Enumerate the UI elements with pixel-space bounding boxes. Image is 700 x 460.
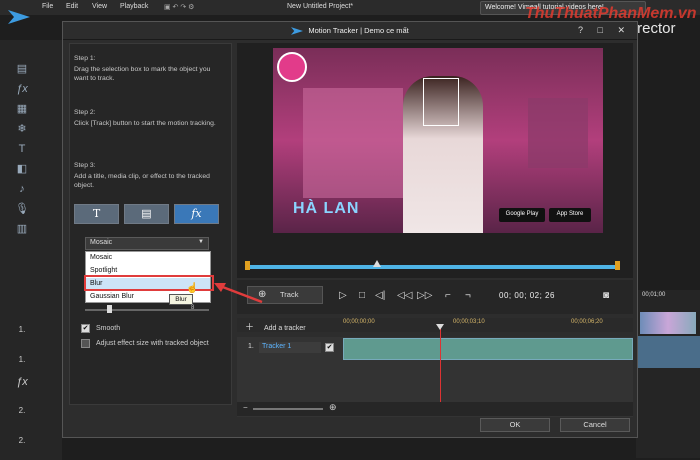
voice-icon[interactable]: 🎙	[14, 202, 30, 216]
tracker-name[interactable]: Tracker 1	[259, 342, 321, 353]
mouse-cursor-icon: ☝	[186, 283, 199, 294]
add-effect-button[interactable]: fx	[174, 204, 219, 224]
scrubber-handle[interactable]	[373, 260, 381, 267]
dialog-window-buttons[interactable]: ? □ ✕	[578, 25, 631, 36]
fx-icon[interactable]: ƒx	[14, 82, 30, 96]
preview-scrubber[interactable]	[249, 265, 619, 269]
audio-mix-icon[interactable]: ♪	[14, 182, 30, 196]
pip-icon[interactable]: ▦	[14, 102, 30, 116]
mark-out-handle[interactable]	[615, 261, 620, 270]
option-mosaic[interactable]: Mosaic	[86, 252, 210, 265]
track-number: 1.	[18, 325, 26, 334]
media-clip-icon: ▤	[141, 208, 152, 220]
app-logo-icon	[8, 10, 30, 24]
particle-icon[interactable]: ❄	[14, 122, 30, 136]
blur-tooltip: Blur	[169, 294, 193, 305]
zoom-in-icon[interactable]: ⊕	[329, 402, 337, 413]
project-title: New Untitled Project*	[287, 3, 354, 10]
google-play-badge: Google Play	[499, 208, 545, 222]
playhead-handle[interactable]	[436, 324, 444, 330]
smooth-label: Smooth	[96, 325, 121, 332]
tracking-box[interactable]	[423, 78, 459, 126]
video-preview[interactable]: HÀ LAN Google Play App Store	[273, 48, 603, 233]
fx-track-icon: ƒx	[16, 376, 28, 388]
step1-text: Drag the selection box to mark the objec…	[74, 66, 211, 82]
app-sidebar: ▤ ƒx ▦ ❄ T ◧ ♪ 🎙 ▥ 1. 1. ƒx 2. 2.	[0, 40, 62, 460]
rewind-icon[interactable]: ◁◁	[397, 290, 412, 301]
track-label: Track	[280, 290, 299, 299]
step1-title: Step 1:	[74, 55, 96, 62]
cancel-button[interactable]: Cancel	[560, 418, 630, 432]
snapshot-icon[interactable]: ◙	[603, 290, 609, 301]
ruler-tick: 00;00;06;20	[571, 319, 603, 325]
fx-effect-icon: fx	[191, 207, 202, 220]
ok-button[interactable]: OK	[480, 418, 550, 432]
step2-title: Step 2:	[74, 109, 96, 116]
stop-icon[interactable]: □	[359, 290, 365, 301]
tracker-index: 1.	[248, 343, 254, 350]
dialog-title-bar: Motion Tracker | Demo ce mất	[63, 22, 637, 40]
zoom-bar: − ⊕	[237, 402, 633, 416]
menu-file[interactable]: File	[42, 3, 53, 10]
menu-view[interactable]: View	[92, 3, 107, 10]
effect-slider-handle[interactable]	[107, 305, 112, 313]
unicorn-decor	[528, 98, 588, 168]
mark-in-handle[interactable]	[245, 261, 250, 270]
add-media-button[interactable]: ▤	[124, 204, 169, 224]
title-t-icon: T	[92, 207, 101, 220]
steps-panel: Step 1: Drag the selection box to mark t…	[69, 43, 232, 405]
add-tracker-label: Add a tracker	[263, 325, 306, 332]
previous-frame-icon[interactable]: ◁|	[375, 290, 385, 301]
adjust-size-label: Adjust effect size with tracked object	[96, 340, 209, 347]
dialog-title: Motion Tracker	[308, 26, 358, 35]
mark-out-icon[interactable]: ¬	[465, 290, 471, 301]
timeline-playhead[interactable]	[440, 326, 441, 402]
ruler-tick: 00;00;03;10	[453, 319, 485, 325]
ruler-tick: 00;00;00;00	[343, 319, 375, 325]
video-text: HÀ LAN	[293, 200, 360, 217]
annotation-arrow-icon	[214, 283, 263, 304]
toolbar-icons[interactable]: ▣ ↶ ↷ ⚙	[164, 3, 194, 11]
au-logo	[277, 52, 307, 82]
fast-forward-icon[interactable]: ▷▷	[417, 290, 432, 301]
tracker-visible-checkbox[interactable]: ✔	[325, 343, 334, 352]
mark-in-icon[interactable]: ⌐	[445, 290, 451, 301]
pink-boxes	[303, 88, 403, 198]
timecode: 00; 00; 02; 26	[499, 291, 555, 300]
track-number: 2.	[18, 436, 26, 445]
cyberlink-logo-icon	[291, 27, 304, 35]
track-number: 1.	[18, 355, 26, 364]
effect-select[interactable]: Mosaic ▼	[85, 237, 209, 250]
step2-text: Click [Track] button to start the motion…	[74, 120, 216, 127]
menu-edit[interactable]: Edit	[66, 3, 78, 10]
menu-playback[interactable]: Playback	[120, 3, 148, 10]
zoom-out-icon[interactable]: −	[243, 403, 248, 412]
app-store-badge: App Store	[549, 208, 591, 222]
track-number: 2.	[18, 406, 26, 415]
slider-max-label: 8	[191, 305, 195, 311]
step3-title: Step 3:	[74, 162, 96, 169]
timeline-ruler-right: 00;01;00	[642, 292, 666, 298]
chevron-down-icon: ▼	[198, 239, 204, 245]
adjust-size-checkbox[interactable]	[81, 339, 90, 348]
tracker-clip[interactable]	[343, 338, 633, 360]
effect-selected-value: Mosaic	[90, 239, 113, 246]
title-icon[interactable]: T	[14, 142, 30, 156]
title-separator: |	[360, 26, 363, 35]
add-title-button[interactable]: T	[74, 204, 119, 224]
motion-tracker-dialog: Motion Tracker | Demo ce mất ? □ ✕ Step …	[62, 21, 638, 438]
audio-clip[interactable]	[636, 336, 700, 368]
plus-icon: ＋	[245, 322, 255, 332]
dialog-subtitle: Demo ce mất	[364, 26, 409, 35]
zoom-slider[interactable]	[253, 408, 323, 410]
media-room-icon[interactable]: ▤	[14, 62, 30, 76]
play-icon[interactable]: ▷	[339, 290, 347, 301]
chapter-icon[interactable]: ▥	[14, 222, 30, 236]
smooth-checkbox[interactable]: ✔	[81, 324, 90, 333]
transition-icon[interactable]: ◧	[14, 162, 30, 176]
video-clip-thumbnail[interactable]	[640, 312, 696, 334]
step3-text: Add a title, media clip, or effect to th…	[74, 173, 210, 189]
add-tracker-button[interactable]: ＋ Add a tracker	[245, 320, 327, 332]
